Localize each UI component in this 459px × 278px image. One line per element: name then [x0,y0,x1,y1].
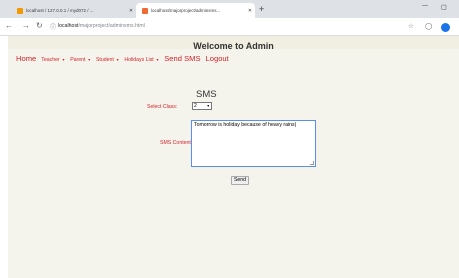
menu-home[interactable]: Home [16,54,36,63]
browser-tab-adminsms[interactable]: localhost/majorproject/adminsms... ✕ [136,3,255,18]
url-path: /majorproject/adminsms.html [78,23,145,29]
page-body: Welcome to Admin Home Teacher ▼ Parent ▼ S… [8,36,459,278]
caret-down-icon: ▼ [115,58,120,62]
address-bar[interactable]: localhost/majorproject/adminsms.html [58,23,145,29]
browser-toolbar: ← → ↻ ⓘ localhost/majorproject/adminsms.… [0,18,459,36]
url-host: localhost [58,23,79,29]
left-edge [0,36,8,278]
menu-send-sms[interactable]: Send SMS [164,54,200,63]
phpmyadmin-favicon-icon [17,7,23,14]
class-select[interactable]: 2 ▼ [192,102,212,110]
browser-tab-bar: localhost / 127.0.0.1 / myd072 / ... ✕ l… [0,0,459,18]
class-select-value: 2 [194,103,197,109]
close-tab-icon[interactable]: ✕ [245,8,255,14]
minimize-icon[interactable]: — [422,3,428,9]
menu-label: Student [95,57,114,63]
page-favicon-icon [142,7,148,14]
menu-label: Parent [70,57,86,63]
menu-holidays-list[interactable]: Holidays List ▼ [124,57,159,63]
menu-logout[interactable]: Logout [206,54,229,63]
bookmark-star-icon[interactable]: ☆ [408,23,414,30]
reload-icon[interactable]: ↻ [36,21,43,31]
page-header: Welcome to Admin [8,36,459,51]
maximize-icon[interactable]: ◻ [441,3,447,11]
close-tab-icon[interactable]: ✕ [126,8,136,14]
back-arrow-icon[interactable]: ← [5,21,13,31]
caret-down-icon: ▼ [87,58,91,62]
sms-content-textarea[interactable]: Tomorrow is holiday because of heavy rai… [191,120,316,167]
page-title: Welcome to Admin [193,41,274,51]
menu-label: Home [16,54,37,63]
profile-avatar[interactable] [441,23,450,32]
menu-teacher[interactable]: Teacher ▼ [41,57,65,63]
site-info-icon[interactable]: ⓘ [50,22,56,31]
resize-grip-icon[interactable] [310,161,314,165]
sms-heading: SMS [196,89,217,100]
tab-title: localhost / 127.0.0.1 / myd072 / ... [26,8,94,13]
menu-label: Send SMS [164,54,201,63]
sms-content-label: SMS Content: [160,140,193,146]
browser-tab-phpmyadmin[interactable]: localhost / 127.0.0.1 / myd072 / ... ✕ [11,3,136,18]
menu-label: Holidays List [124,57,154,63]
new-tab-icon[interactable]: + [259,4,264,14]
tab-title: localhost/majorproject/adminsms... [151,8,221,13]
caret-down-icon: ▼ [61,58,66,62]
dropdown-arrow-icon: ▼ [206,104,210,108]
menu-parent[interactable]: Parent ▼ [70,57,91,63]
menu-label: Teacher [41,57,60,63]
menu-student[interactable]: Student ▼ [96,57,119,63]
main-menu: Home Teacher ▼ Parent ▼ Student ▼ Holidays … [16,54,234,63]
forward-arrow-icon[interactable]: → [22,21,30,31]
sms-content-value: Tomorrow is holiday because of heavy rai… [194,122,296,128]
send-button[interactable]: Send [231,176,249,185]
caret-down-icon: ▼ [155,58,160,62]
select-class-label: Select Class: [147,104,178,110]
extension-icon[interactable]: ◯ [425,23,432,30]
menu-label: Logout [205,54,229,63]
